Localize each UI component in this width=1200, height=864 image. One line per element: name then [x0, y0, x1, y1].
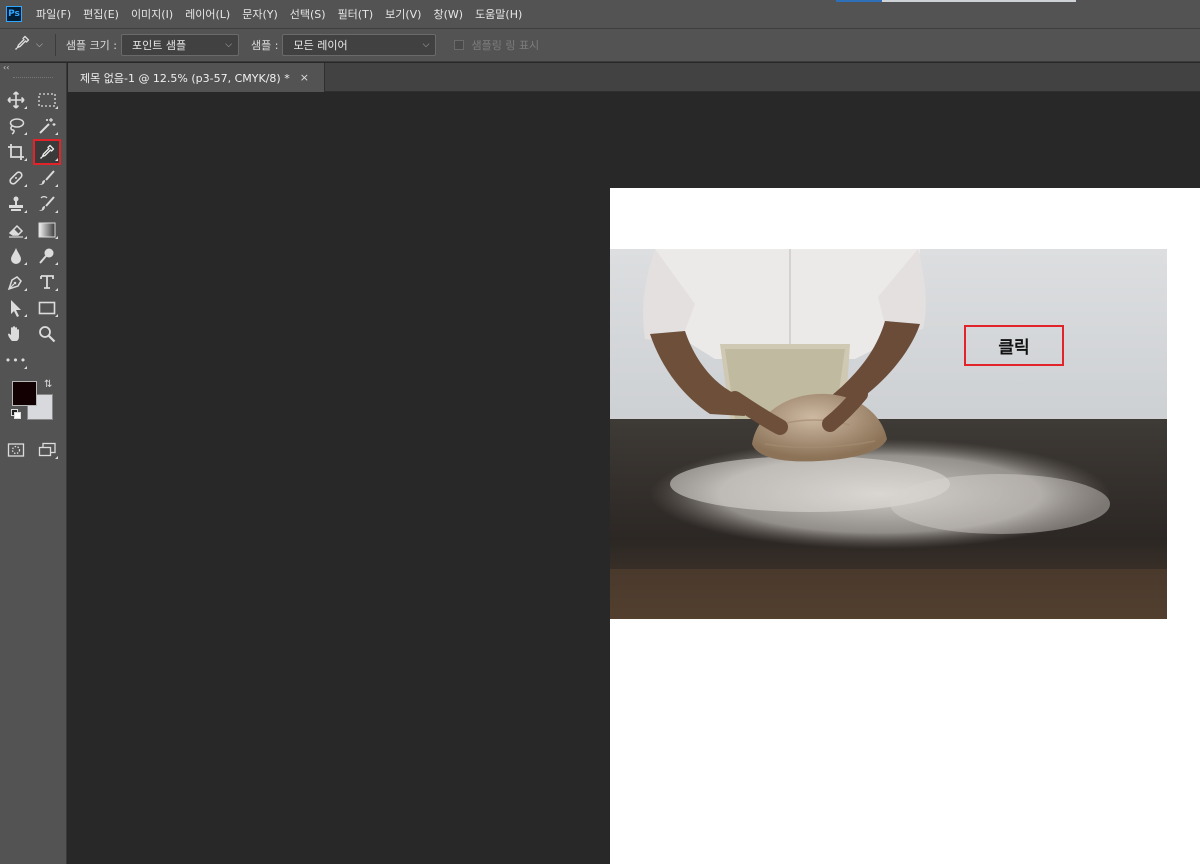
photoshop-window: Ps 파일(F) 편집(E) 이미지(I) 레이어(L) 문자(Y) 선택(S)… [0, 0, 1200, 864]
title-accent-bar [836, 0, 1076, 2]
menu-window[interactable]: 창(W) [433, 6, 463, 22]
blur-tool-icon[interactable] [3, 244, 29, 268]
hand-tool-icon[interactable] [3, 322, 29, 346]
checkbox-box[interactable] [454, 40, 465, 50]
menu-bar: Ps 파일(F) 편집(E) 이미지(I) 레이어(L) 문자(Y) 선택(S)… [0, 0, 1200, 28]
baker-photo [610, 249, 1167, 619]
click-callout-box: 클릭 [964, 325, 1064, 366]
menu-image[interactable]: 이미지(I) [131, 6, 173, 22]
menu-select[interactable]: 선택(S) [290, 6, 326, 22]
eraser-tool-icon[interactable] [3, 218, 29, 242]
edit-toolbar-icon[interactable]: ••• [3, 348, 29, 372]
screen-mode-icon[interactable] [34, 438, 60, 462]
more-tools-label: ••• [4, 353, 28, 367]
tool-preset-picker[interactable]: ⌵ [14, 35, 43, 55]
menu-help[interactable]: 도움말(H) [475, 6, 522, 22]
canvas-workspace[interactable]: 클릭 [68, 93, 1200, 864]
magic-wand-icon[interactable] [34, 114, 60, 138]
sample-size-value: 포인트 샘플 [132, 39, 187, 52]
dodge-tool-icon[interactable] [34, 244, 60, 268]
chevron-down-icon: ⌵ [36, 40, 43, 50]
eyedropper-tool-icon[interactable] [33, 139, 61, 165]
move-tool-icon[interactable] [3, 88, 29, 112]
photo-illustration [610, 249, 1167, 619]
options-bar: ⌵ 샘플 크기 : 포인트 샘플 ⌵ 샘플 : 모든 레이어 ⌵ 샘플링 링 표… [0, 28, 1200, 62]
zoom-tool-icon[interactable] [34, 322, 60, 346]
sample-select[interactable]: 모든 레이어 ⌵ [282, 34, 437, 56]
rectangle-tool-icon[interactable] [34, 296, 60, 320]
pen-tool-icon[interactable] [3, 270, 29, 294]
default-colors-icon[interactable] [11, 409, 21, 419]
history-brush-icon[interactable] [34, 192, 60, 216]
show-sampling-ring-checkbox[interactable]: 샘플링 링 표시 [454, 37, 539, 53]
menu-type[interactable]: 문자(Y) [242, 6, 278, 22]
swap-colors-icon[interactable]: ⇅ [44, 379, 52, 390]
path-selection-icon[interactable] [3, 296, 29, 320]
tools-panel: ‹‹ ••• ⇅ [0, 63, 67, 864]
collapse-panel-icon[interactable]: ‹‹ [0, 63, 66, 77]
foreground-color-swatch[interactable] [12, 381, 37, 406]
crop-tool-icon[interactable] [3, 140, 29, 164]
close-icon[interactable]: × [300, 71, 309, 84]
menu-file[interactable]: 파일(F) [36, 6, 71, 22]
document-canvas[interactable] [610, 188, 1200, 864]
lasso-tool-icon[interactable] [3, 114, 29, 138]
color-swatches: ⇅ [0, 379, 66, 437]
menu-view[interactable]: 보기(V) [385, 6, 421, 22]
sample-size-select[interactable]: 포인트 샘플 ⌵ [121, 34, 240, 56]
chevron-down-icon: ⌵ [225, 40, 233, 50]
quick-mask-icon[interactable] [3, 438, 29, 462]
chevron-down-icon: ⌵ [422, 40, 430, 50]
healing-brush-icon[interactable] [3, 166, 29, 190]
menu-layer[interactable]: 레이어(L) [185, 6, 230, 22]
divider [54, 34, 56, 56]
menu-filter[interactable]: 필터(T) [338, 6, 374, 22]
type-tool-icon[interactable] [34, 270, 60, 294]
gradient-tool-icon[interactable] [34, 218, 60, 242]
menu-edit[interactable]: 편집(E) [83, 6, 119, 22]
show-sampling-ring-label: 샘플링 링 표시 [471, 39, 540, 52]
panel-grip[interactable] [13, 77, 53, 79]
photoshop-logo-icon: Ps [6, 6, 22, 22]
eyedropper-icon [14, 35, 30, 55]
click-callout-text: 클릭 [998, 338, 1030, 358]
brush-tool-icon[interactable] [34, 166, 60, 190]
document-tab[interactable]: 제목 없음-1 @ 12.5% (p3-57, CMYK/8) * × [68, 63, 325, 92]
marquee-tool-icon[interactable] [34, 88, 60, 112]
sample-label: 샘플 : [251, 39, 279, 52]
document-tab-title: 제목 없음-1 @ 12.5% (p3-57, CMYK/8) * [80, 71, 290, 85]
sample-value: 모든 레이어 [293, 39, 348, 52]
document-tab-bar: 제목 없음-1 @ 12.5% (p3-57, CMYK/8) * × [68, 63, 1200, 92]
sample-size-label: 샘플 크기 : [65, 39, 118, 52]
clone-stamp-icon[interactable] [3, 192, 29, 216]
